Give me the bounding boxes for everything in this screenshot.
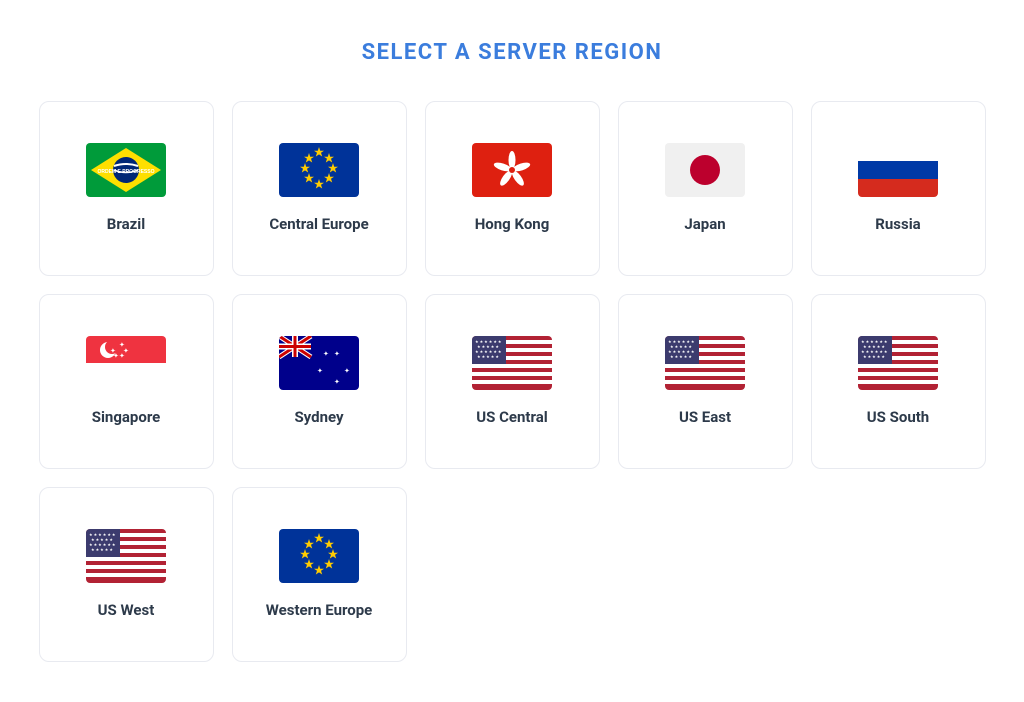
region-card-central-europe[interactable]: Central Europe [232,101,407,276]
page-title: SELECT A SERVER REGION [362,40,663,65]
svg-text:✦: ✦ [344,367,350,375]
region-card-us-central[interactable]: ★ ★ ★ ★ ★ ★ ★ ★ ★ ★ ★ ★ ★ ★ ★ ★ ★ ★ ★ ★ … [425,294,600,469]
region-card-us-east[interactable]: ★ ★ ★ ★ ★ ★ ★ ★ ★ ★ ★ ★ ★ ★ ★ ★ ★ ★ ★ ★ … [618,294,793,469]
flag-japan [665,143,745,197]
region-label-us-south: US South [867,408,929,428]
flag-hong-kong [472,143,552,197]
region-label-singapore: Singapore [92,408,161,428]
svg-text:✦: ✦ [334,350,340,358]
svg-text:✦: ✦ [119,352,125,360]
region-card-russia[interactable]: Russia [811,101,986,276]
svg-text:★ ★ ★ ★ ★: ★ ★ ★ ★ ★ [91,547,113,552]
flag-russia [858,143,938,197]
region-label-hong-kong: Hong Kong [475,215,550,235]
region-label-us-central: US Central [476,408,548,428]
region-card-hong-kong[interactable]: Hong Kong [425,101,600,276]
flag-brazil: ORDEM E PROGRESSO [86,143,166,197]
region-label-sydney: Sydney [294,408,343,428]
svg-text:✦: ✦ [334,378,340,386]
region-card-western-europe[interactable]: Western Europe [232,487,407,662]
svg-text:★ ★ ★ ★ ★: ★ ★ ★ ★ ★ [863,354,885,359]
flag-us-south: ★ ★ ★ ★ ★ ★ ★ ★ ★ ★ ★ ★ ★ ★ ★ ★ ★ ★ ★ ★ … [858,336,938,390]
svg-text:✦: ✦ [317,367,323,375]
svg-text:★ ★ ★ ★ ★: ★ ★ ★ ★ ★ [670,354,692,359]
region-card-sydney[interactable]: ✦ ✦ ✦ ✦ ✦ Sydney [232,294,407,469]
region-card-us-south[interactable]: ★ ★ ★ ★ ★ ★ ★ ★ ★ ★ ★ ★ ★ ★ ★ ★ ★ ★ ★ ★ … [811,294,986,469]
region-label-us-west: US West [98,601,155,621]
regions-grid: ORDEM E PROGRESSO Brazil [39,101,986,662]
flag-western-europe [279,529,359,583]
flag-us-east: ★ ★ ★ ★ ★ ★ ★ ★ ★ ★ ★ ★ ★ ★ ★ ★ ★ ★ ★ ★ … [665,336,745,390]
svg-text:ORDEM E PROGRESSO: ORDEM E PROGRESSO [98,169,155,175]
region-label-japan: Japan [684,215,725,235]
region-label-central-europe: Central Europe [269,215,368,235]
region-card-brazil[interactable]: ORDEM E PROGRESSO Brazil [39,101,214,276]
region-label-us-east: US East [679,408,731,428]
svg-text:✦: ✦ [323,350,329,358]
region-card-singapore[interactable]: ✦ ✦ ✦ ✦ ✦ Singapore [39,294,214,469]
svg-text:✦: ✦ [110,347,116,355]
region-card-us-west[interactable]: ★ ★ ★ ★ ★ ★ ★ ★ ★ ★ ★ ★ ★ ★ ★ ★ ★ ★ ★ ★ … [39,487,214,662]
flag-us-central: ★ ★ ★ ★ ★ ★ ★ ★ ★ ★ ★ ★ ★ ★ ★ ★ ★ ★ ★ ★ … [472,336,552,390]
svg-text:★ ★ ★ ★ ★: ★ ★ ★ ★ ★ [477,354,499,359]
region-label-russia: Russia [875,215,920,235]
flag-sydney: ✦ ✦ ✦ ✦ ✦ [279,336,359,390]
flag-central-europe [279,143,359,197]
flag-singapore: ✦ ✦ ✦ ✦ ✦ [86,336,166,390]
region-label-brazil: Brazil [107,215,145,235]
region-label-western-europe: Western Europe [266,601,373,621]
region-card-japan[interactable]: Japan [618,101,793,276]
flag-us-west: ★ ★ ★ ★ ★ ★ ★ ★ ★ ★ ★ ★ ★ ★ ★ ★ ★ ★ ★ ★ … [86,529,166,583]
